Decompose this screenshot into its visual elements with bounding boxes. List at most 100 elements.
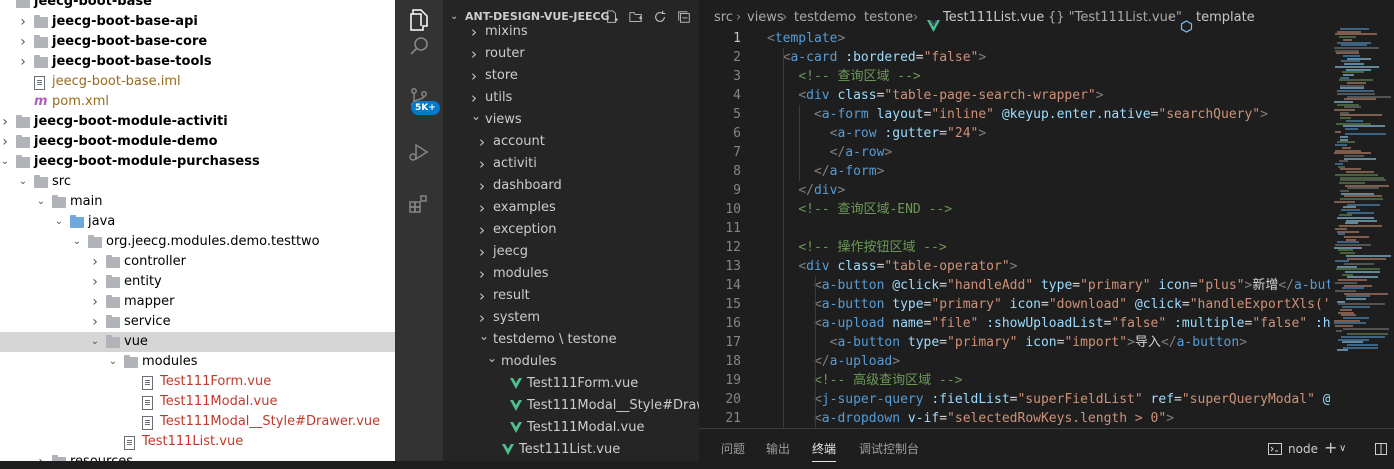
chevron-down-icon[interactable]: ⌄ <box>54 212 64 232</box>
code-line[interactable]: 12 <!-- 操作按钮区域 --> <box>699 238 1330 257</box>
explorer-folder[interactable]: › modules <box>443 263 699 285</box>
tab-debug-console[interactable]: 调试控制台 <box>859 429 919 462</box>
tree-item[interactable]: › jeecg-boot-module-demo <box>0 132 395 152</box>
tab-problems[interactable]: 问题 <box>721 429 745 462</box>
explorer-folder[interactable]: › router <box>443 43 699 65</box>
terminal-name[interactable]: node <box>1288 429 1318 469</box>
chevron-right-icon[interactable]: › <box>18 32 28 52</box>
chevron-down-icon[interactable]: ⌄ <box>471 105 481 127</box>
chevron-right-icon[interactable]: › <box>90 272 100 292</box>
tree-item[interactable]: Test111Modal.vue <box>0 392 395 412</box>
tree-item[interactable]: jeecg-boot-base <box>0 0 395 12</box>
chevron-down-icon[interactable]: ⌄ <box>0 152 10 172</box>
chevron-down-icon[interactable]: ⌄ <box>72 232 82 252</box>
tree-item[interactable]: › service <box>0 312 395 332</box>
tree-item[interactable]: jeecg-boot-base.iml <box>0 72 395 92</box>
tree-item[interactable]: ⌄ src <box>0 172 395 192</box>
tree-item[interactable]: Test111Form.vue <box>0 372 395 392</box>
tree-item[interactable]: m pom.xml <box>0 92 395 112</box>
chevron-right-icon[interactable]: › <box>90 312 100 332</box>
explorer-folder[interactable]: ⌄ views <box>443 109 699 131</box>
chevron-right-icon[interactable]: › <box>479 241 485 263</box>
tree-item[interactable]: › jeecg-boot-base-api <box>0 12 395 32</box>
explorer-file[interactable]: Test111Modal__Style#Drawer.vue <box>443 395 699 417</box>
chevron-right-icon[interactable]: › <box>90 292 100 312</box>
split-terminal-icon[interactable] <box>1375 443 1387 455</box>
code-line[interactable]: 5 <a-form layout="inline" @keyup.enter.n… <box>699 105 1330 124</box>
chevron-down-icon[interactable]: ⌄ <box>479 325 489 347</box>
explorer-folder[interactable]: › activiti <box>443 153 699 175</box>
explorer-file[interactable]: Test111List.vue <box>443 439 699 461</box>
code-line[interactable]: 19 <!-- 高级查询区域 --> <box>699 371 1330 390</box>
explorer-folder[interactable]: ⌄ modules <box>443 351 699 373</box>
code-line[interactable]: 7 </a-row> <box>699 143 1330 162</box>
tree-item[interactable]: ⌄ vue <box>0 332 395 352</box>
chevron-right-icon[interactable]: › <box>18 12 28 32</box>
extensions-icon[interactable] <box>395 184 443 224</box>
explorer-file[interactable]: Test111Modal.vue <box>443 417 699 439</box>
explorer-folder[interactable]: › exception <box>443 219 699 241</box>
tab-output[interactable]: 输出 <box>766 429 790 462</box>
chevron-right-icon[interactable]: › <box>479 197 485 219</box>
chevron-right-icon[interactable]: › <box>479 285 485 307</box>
explorer-folder[interactable]: › jeecg <box>443 241 699 263</box>
explorer-folder[interactable]: › utils <box>443 87 699 109</box>
tree-item[interactable]: ⌄ modules <box>0 352 395 372</box>
explorer-folder[interactable]: › mixins <box>443 21 699 43</box>
chevron-down-icon[interactable]: ⌄ <box>36 192 46 212</box>
chevron-right-icon[interactable]: › <box>479 153 485 175</box>
code-line[interactable]: 2 <a-card :bordered="false"> <box>699 48 1330 67</box>
chevron-down-icon[interactable]: ⌄ <box>90 332 100 352</box>
tree-item[interactable]: ⌄ jeecg-boot-module-purchasess <box>0 152 395 172</box>
tree-item[interactable]: › jeecg-boot-base-tools <box>0 52 395 72</box>
run-debug-icon[interactable] <box>395 132 443 172</box>
tree-item[interactable]: ⌄ main <box>0 192 395 212</box>
explorer-folder[interactable]: › dashboard <box>443 175 699 197</box>
code-line[interactable]: 21 <a-dropdown v-if="selectedRowKeys.len… <box>699 409 1330 428</box>
tree-item[interactable]: Test111Modal__Style#Drawer.vue <box>0 412 395 432</box>
chevron-down-icon[interactable]: ∨ <box>1339 429 1346 469</box>
tree-item[interactable]: › jeecg-boot-module-activiti <box>0 112 395 132</box>
code-line[interactable]: 1 <template> <box>699 29 1330 48</box>
code-line[interactable]: 13 <div class="table-operator"> <box>699 257 1330 276</box>
chevron-right-icon[interactable]: › <box>471 21 477 43</box>
explorer-folder[interactable]: ⌄ testdemo \ testone <box>443 329 699 351</box>
code-line[interactable]: 18 </a-upload> <box>699 352 1330 371</box>
code-line[interactable]: 11 <box>699 219 1330 238</box>
add-terminal-icon[interactable]: + <box>1324 429 1337 467</box>
code-line[interactable]: 16 <a-upload name="file" :showUploadList… <box>699 314 1330 333</box>
chevron-right-icon[interactable]: › <box>479 219 485 241</box>
explorer-folder[interactable]: › account <box>443 131 699 153</box>
chevron-down-icon[interactable]: ⌄ <box>108 352 118 372</box>
code-line[interactable]: 8 </a-form> <box>699 162 1330 181</box>
explorer-folder[interactable]: › examples <box>443 197 699 219</box>
tree-item[interactable]: › entity <box>0 272 395 292</box>
code-line[interactable]: 14 <a-button @click="handleAdd" type="pr… <box>699 276 1330 295</box>
chevron-right-icon[interactable]: › <box>90 252 100 272</box>
code-line[interactable]: 17 <a-button type="primary" icon="import… <box>699 333 1330 352</box>
tree-item[interactable]: › resources <box>0 452 395 461</box>
code-line[interactable]: 15 <a-button type="primary" icon="downlo… <box>699 295 1330 314</box>
chevron-down-icon[interactable]: ⌄ <box>18 172 28 192</box>
tree-item[interactable]: ⌄ org.jeecg.modules.demo.testtwo <box>0 232 395 252</box>
code-editor[interactable]: src › views › testdemo › testone › Test1… <box>699 0 1330 428</box>
code-line[interactable]: 6 <a-row :gutter="24"> <box>699 124 1330 143</box>
chevron-right-icon[interactable]: › <box>0 112 10 132</box>
explorer-file[interactable]: Test111Form.vue <box>443 373 699 395</box>
explorer-folder[interactable]: › store <box>443 65 699 87</box>
code-line[interactable]: 3 <!-- 查询区域 --> <box>699 67 1330 86</box>
chevron-right-icon[interactable]: › <box>471 43 477 65</box>
tree-item[interactable]: Test111List.vue <box>0 432 395 452</box>
chevron-right-icon[interactable]: › <box>18 52 28 72</box>
tree-item[interactable]: › mapper <box>0 292 395 312</box>
chevron-right-icon[interactable]: › <box>479 131 485 153</box>
tree-item[interactable]: › controller <box>0 252 395 272</box>
search-icon[interactable] <box>395 26 443 66</box>
tree-item[interactable]: ⌄ java <box>0 212 395 232</box>
code-line[interactable]: 4 <div class="table-page-search-wrapper"… <box>699 86 1330 105</box>
minimap[interactable] <box>1330 0 1394 428</box>
code-line[interactable]: 20 <j-super-query :fieldList="superField… <box>699 390 1330 409</box>
chevron-right-icon[interactable]: › <box>479 263 485 285</box>
explorer-folder[interactable]: › result <box>443 285 699 307</box>
chevron-right-icon[interactable]: › <box>36 452 46 461</box>
